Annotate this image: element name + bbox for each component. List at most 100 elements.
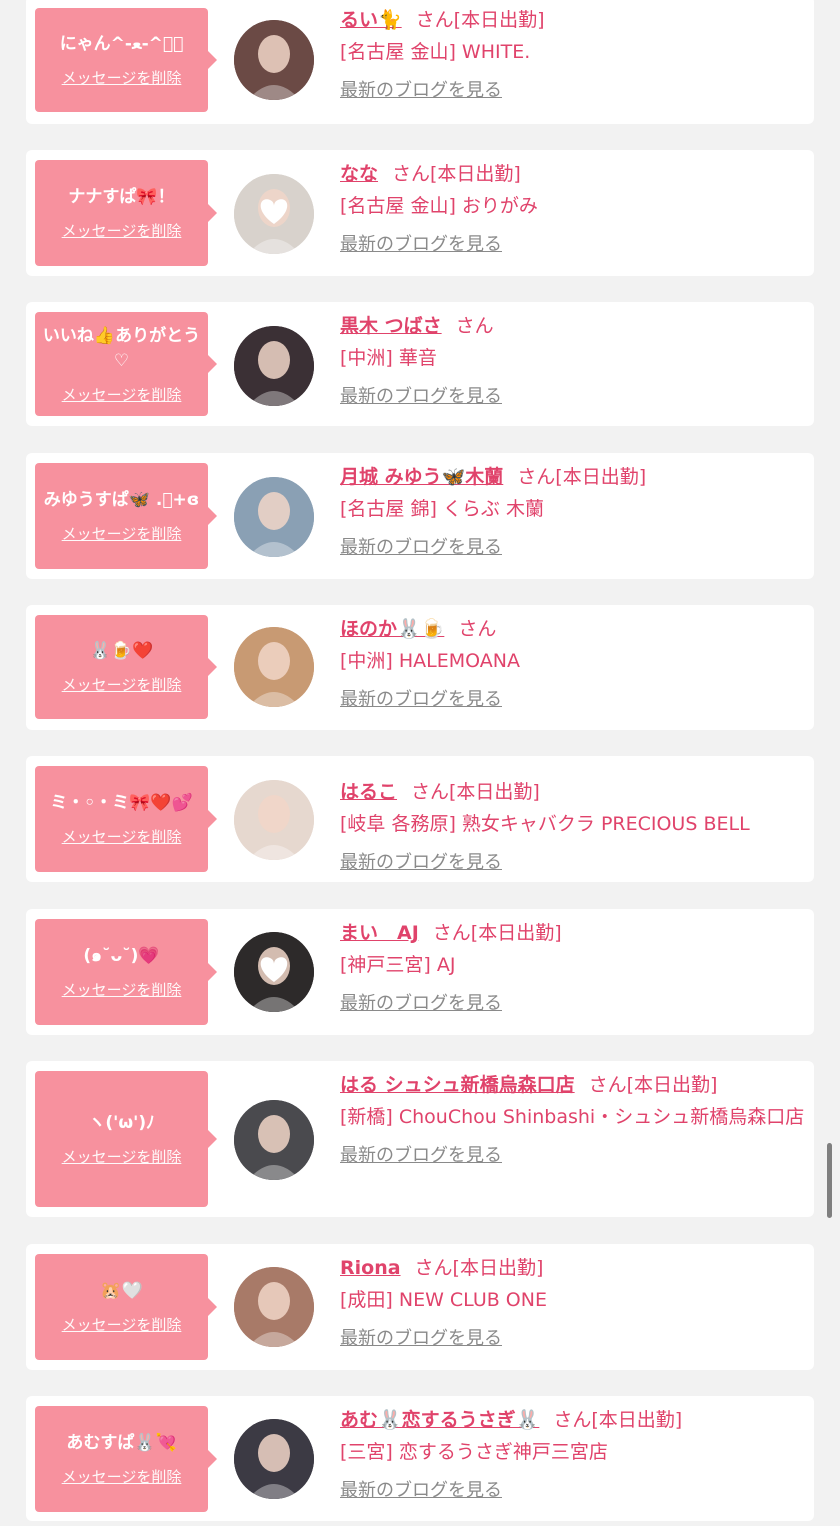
message-text: にゃん^-ﻌ-^ฅ゙ [59, 34, 184, 54]
name-suffix: さん[本日出勤] [432, 922, 562, 944]
message-card: みゆうすぱ🦋 .ﾟ+ɞ メッセージを削除 月城 みゆう🦋木蘭 さん[本日出勤] [名古屋… [26, 453, 814, 579]
name-line: ほのか🐰🍺 さん [340, 615, 806, 643]
cast-name-link[interactable]: 黒木 つばさ [340, 315, 442, 337]
avatar[interactable] [234, 174, 314, 254]
latest-blog-link[interactable]: 最新のブログを見る [340, 230, 502, 256]
name-suffix: さん[本日出勤] [411, 781, 540, 803]
delete-message-link[interactable]: メッセージを削除 [62, 1146, 182, 1167]
cast-name-link[interactable]: Riona [340, 1257, 401, 1279]
delete-message-link[interactable]: メッセージを削除 [62, 1466, 182, 1487]
avatar-photo-icon [234, 326, 314, 406]
latest-blog-link[interactable]: 最新のブログを見る [340, 1324, 502, 1350]
cast-name-link[interactable]: なな [340, 163, 378, 185]
delete-message-link[interactable]: メッセージを削除 [62, 523, 182, 544]
avatar-photo-icon [234, 1267, 314, 1347]
message-bubble: 🐰🍺❤️ メッセージを削除 [35, 615, 217, 719]
entry-info: Riona さん[本日出勤] [成田] NEW CLUB ONE 最新のブログを見る [340, 1254, 806, 1350]
name-suffix: さん[本日出勤] [588, 1074, 718, 1096]
name-line: Riona さん[本日出勤] [340, 1254, 806, 1282]
avatar[interactable] [234, 627, 314, 707]
avatar[interactable] [234, 932, 314, 1012]
delete-message-link[interactable]: メッセージを削除 [62, 674, 182, 695]
latest-blog-link[interactable]: 最新のブログを見る [340, 382, 502, 408]
delete-message-link[interactable]: メッセージを削除 [62, 1314, 182, 1335]
entry-info: はるこ さん[本日出勤] [岐阜 各務原] 熟女キャバクラ PRECIOUS BEL… [340, 778, 806, 874]
message-text: ナナすぱ🎀！ [68, 187, 175, 207]
cast-name-link[interactable]: はるこ [340, 781, 397, 803]
message-card: ナナすぱ🎀！ メッセージを削除 なな さん[本日出勤] [名古屋 金山] おりがみ最新の… [26, 150, 814, 276]
entry-info: はる シュシュ新橋烏森口店 さん[本日出勤] [新橋] ChouChou Shinb… [340, 1071, 806, 1167]
latest-blog-link[interactable]: 最新のブログを見る [340, 685, 502, 711]
delete-message-link[interactable]: メッセージを削除 [62, 67, 182, 88]
delete-message-link[interactable]: メッセージを削除 [62, 826, 182, 847]
scrollbar[interactable] [827, 1143, 832, 1218]
avatar[interactable] [234, 1419, 314, 1499]
delete-message-link[interactable]: メッセージを削除 [62, 384, 182, 405]
cast-name-link[interactable]: まい AJ [340, 922, 419, 944]
message-text: ヽ('ω')ﾉ [88, 1113, 155, 1133]
shop-label: [新橋] ChouChou Shinbashi・シュシュ新橋烏森口店 [340, 1106, 805, 1128]
message-bubble: にゃん^-ﻌ-^ฅ゙ メッセージを削除 [35, 8, 217, 112]
message-text: みゆうすぱ🦋 .ﾟ+ɞ [43, 490, 200, 510]
entry-info: 月城 みゆう🦋木蘭 さん[本日出勤] [名古屋 錦] くらぶ 木蘭最新のブログを見る [340, 463, 806, 559]
message-card: ミ・◦・ミ🎀❤️💕 メッセージを削除 はるこ さん[本日出勤] [岐阜 各務原] 熟女キ… [26, 756, 814, 882]
shop-label: [中洲] HALEMOANA [340, 650, 520, 672]
entry-info: なな さん[本日出勤] [名古屋 金山] おりがみ最新のブログを見る [340, 160, 806, 256]
name-line: るい🐈 さん[本日出勤] [340, 6, 806, 34]
cast-name-link[interactable]: あむ🐰恋するうさぎ🐰 [340, 1409, 539, 1431]
message-card: (๑˘ᴗ˘)💗 メッセージを削除 まい AJ さん[本日出勤] [神戸三宮] AJ 最新の… [26, 909, 814, 1035]
latest-blog-link[interactable]: 最新のブログを見る [340, 1141, 502, 1167]
cast-name-link[interactable]: 月城 みゆう🦋木蘭 [340, 466, 503, 488]
message-card: いいね👍ありがとう♡ メッセージを削除 黒木 つばさ さん [中洲] 華音最新のブログを… [26, 302, 814, 426]
message-bubble: ミ・◦・ミ🎀❤️💕 メッセージを削除 [35, 766, 217, 872]
avatar-photo-icon [234, 1419, 314, 1499]
message-text: ミ・◦・ミ🎀❤️💕 [50, 793, 193, 813]
name-line: なな さん[本日出勤] [340, 160, 806, 188]
delete-message-link[interactable]: メッセージを削除 [62, 979, 182, 1000]
avatar[interactable] [234, 780, 314, 860]
avatar-photo-icon [234, 780, 314, 860]
avatar[interactable] [234, 477, 314, 557]
name-suffix: さん [455, 315, 494, 337]
shop-label: [三宮] 恋するうさぎ神戸三宮店 [340, 1441, 608, 1463]
latest-blog-link[interactable]: 最新のブログを見る [340, 989, 502, 1015]
cast-name-link[interactable]: はる シュシュ新橋烏森口店 [340, 1074, 575, 1096]
message-bubble: あむすぱ🐰💘 メッセージを削除 [35, 1406, 217, 1512]
name-line: はるこ さん[本日出勤] [340, 778, 806, 806]
avatar[interactable] [234, 1267, 314, 1347]
message-text: あむすぱ🐰💘 [66, 1433, 177, 1453]
entry-info: まい AJ さん[本日出勤] [神戸三宮] AJ 最新のブログを見る [340, 919, 806, 1015]
name-suffix: さん [458, 618, 497, 640]
name-line: あむ🐰恋するうさぎ🐰 さん[本日出勤] [340, 1406, 806, 1434]
latest-blog-link[interactable]: 最新のブログを見る [340, 76, 502, 102]
message-card: あむすぱ🐰💘 メッセージを削除 あむ🐰恋するうさぎ🐰 さん[本日出勤] [三宮] 恋する… [26, 1396, 814, 1521]
message-bubble: みゆうすぱ🦋 .ﾟ+ɞ メッセージを削除 [35, 463, 217, 569]
avatar[interactable] [234, 20, 314, 100]
entry-info: あむ🐰恋するうさぎ🐰 さん[本日出勤] [三宮] 恋するうさぎ神戸三宮店最新のブログ… [340, 1406, 806, 1502]
name-suffix: さん[本日出勤] [415, 9, 545, 31]
shop-label: [名古屋 金山] WHITE. [340, 41, 531, 63]
name-suffix: さん[本日出勤] [517, 466, 647, 488]
shop-label: [名古屋 金山] おりがみ [340, 195, 538, 217]
message-card: にゃん^-ﻌ-^ฅ゙ メッセージを削除 るい🐈 さん[本日出勤] [名古屋 金山] WH… [26, 0, 814, 124]
message-bubble: (๑˘ᴗ˘)💗 メッセージを削除 [35, 919, 217, 1025]
message-text: いいね👍ありがとう♡ [42, 325, 201, 371]
latest-blog-link[interactable]: 最新のブログを見る [340, 1476, 502, 1502]
message-card: ヽ('ω')ﾉ メッセージを削除 はる シュシュ新橋烏森口店 さん[本日出勤] [新橋]… [26, 1061, 814, 1217]
shop-label: [名古屋 錦] くらぶ 木蘭 [340, 498, 544, 520]
avatar[interactable] [234, 326, 314, 406]
message-card: 🐹🤍 メッセージを削除 Riona さん[本日出勤] [成田] NEW CLUB ONE… [26, 1244, 814, 1370]
avatar-photo-heart-blur-icon [234, 932, 314, 1012]
latest-blog-link[interactable]: 最新のブログを見る [340, 533, 502, 559]
latest-blog-link[interactable]: 最新のブログを見る [340, 848, 502, 874]
avatar-photo-icon [234, 20, 314, 100]
cast-name-link[interactable]: ほのか🐰🍺 [340, 618, 444, 640]
entry-info: るい🐈 さん[本日出勤] [名古屋 金山] WHITE. 最新のブログを見る [340, 6, 806, 102]
entry-info: 黒木 つばさ さん [中洲] 華音最新のブログを見る [340, 312, 806, 408]
shop-label: [岐阜 各務原] 熟女キャバクラ PRECIOUS BELL [340, 813, 750, 835]
avatar[interactable] [234, 1100, 314, 1180]
delete-message-link[interactable]: メッセージを削除 [62, 220, 182, 241]
entry-info: ほのか🐰🍺 さん [中洲] HALEMOANA 最新のブログを見る [340, 615, 806, 711]
shop-label: [中洲] 華音 [340, 347, 437, 369]
cast-name-link[interactable]: るい🐈 [340, 9, 402, 31]
